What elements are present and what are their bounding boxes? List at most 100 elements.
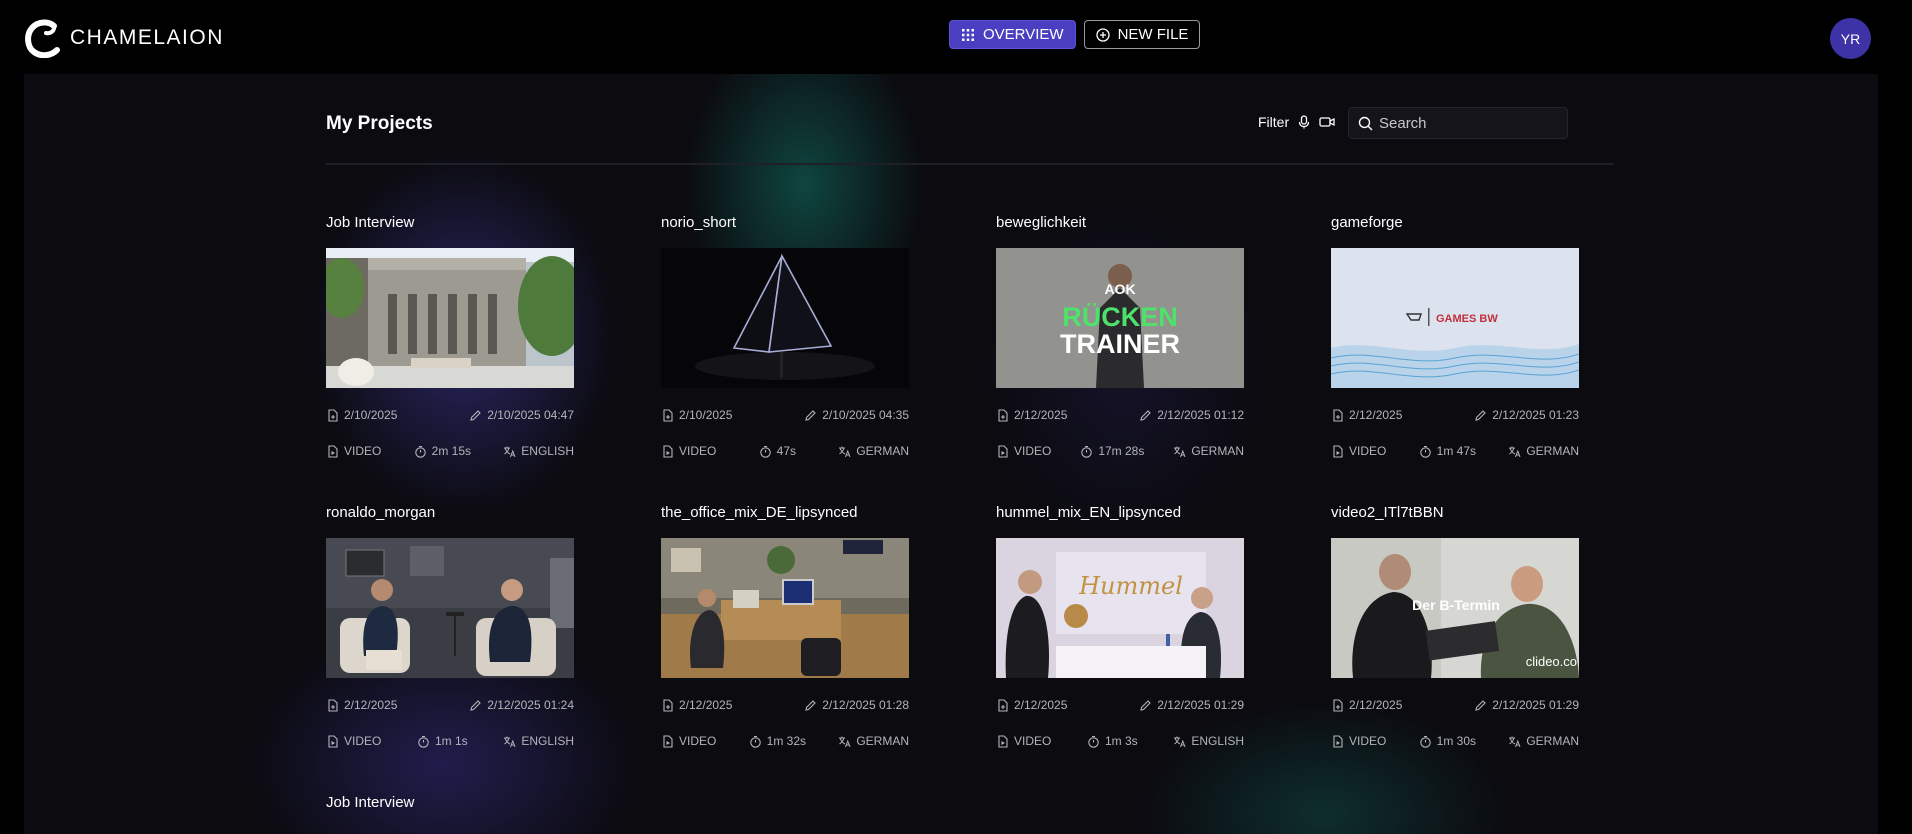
translate-icon <box>504 446 516 457</box>
translate-icon <box>1509 736 1521 747</box>
file-video-icon <box>663 444 673 458</box>
translate-icon <box>1174 446 1186 457</box>
pencil-icon <box>1475 699 1487 711</box>
thumbnail-image: Hummel <box>996 538 1244 678</box>
project-info: VIDEO 17m 28s GERMAN <box>996 443 1244 459</box>
user-avatar[interactable]: YR <box>1830 18 1871 59</box>
file-plus-icon <box>663 408 673 422</box>
video-camera-icon[interactable] <box>1319 115 1335 129</box>
project-card[interactable]: hummel_mix_EN_lipsynced Hummel 2/12/2025 <box>996 504 1244 749</box>
file-plus-icon <box>663 698 673 712</box>
project-thumbnail[interactable]: GAMES BW <box>1331 248 1579 388</box>
microphone-icon[interactable] <box>1297 115 1311 129</box>
created-date: 2/12/2025 <box>996 408 1067 422</box>
timer-icon <box>749 735 761 748</box>
media-type: VIDEO <box>1331 444 1386 458</box>
file-video-icon <box>328 734 338 748</box>
timer-icon <box>1419 445 1431 458</box>
translate-icon <box>839 736 851 747</box>
file-plus-icon <box>1333 408 1343 422</box>
timer-icon <box>418 735 429 748</box>
thumb-brand-text: AOK <box>1104 281 1135 297</box>
created-date: 2/12/2025 <box>661 698 732 712</box>
duration: 1m 30s <box>1419 734 1476 748</box>
created-date: 2/12/2025 <box>1331 698 1402 712</box>
project-title: the_office_mix_DE_lipsynced <box>661 504 858 521</box>
project-info: VIDEO 47s GERMAN <box>661 443 909 459</box>
project-dates: 2/10/2025 2/10/2025 04:47 <box>326 407 574 423</box>
language: ENGLISH <box>503 444 574 458</box>
grid-icon <box>962 28 974 41</box>
file-video-icon <box>1333 444 1343 458</box>
thumbnail-image: Der B-Termin clideo.co <box>1331 538 1579 678</box>
edited-date: 2/12/2025 01:28 <box>804 698 909 712</box>
new-file-button[interactable]: NEW FILE <box>1083 20 1201 49</box>
timer-icon <box>414 445 426 458</box>
translate-icon <box>504 736 516 747</box>
project-card[interactable]: norio_short 2/10/2025 2/10/2025 04:35 VI… <box>661 214 909 459</box>
pencil-icon <box>470 699 482 711</box>
created-date: 2/10/2025 <box>661 408 732 422</box>
timer-icon <box>1081 445 1093 458</box>
main-nav: OVERVIEW NEW FILE <box>949 20 1201 49</box>
project-thumbnail[interactable] <box>326 248 574 388</box>
translate-icon <box>839 446 851 457</box>
project-thumbnail[interactable]: Der B-Termin clideo.co <box>1331 538 1579 678</box>
duration: 17m 28s <box>1080 444 1144 458</box>
projects-header: My Projects Filter <box>326 74 1614 165</box>
project-dates: 2/12/2025 2/12/2025 01:12 <box>996 407 1244 423</box>
project-title: Job Interview <box>326 214 415 231</box>
page-title: My Projects <box>326 113 433 134</box>
language: GERMAN <box>1508 444 1579 458</box>
project-thumbnail[interactable]: Hummel <box>996 538 1244 678</box>
language: GERMAN <box>838 444 909 458</box>
media-type: VIDEO <box>661 734 716 748</box>
file-plus-icon <box>328 698 338 712</box>
project-card[interactable]: ronaldo_morgan 2/12/2025 2/12/2025 01:24… <box>326 504 574 749</box>
new-file-label: NEW FILE <box>1117 26 1189 43</box>
project-card[interactable]: video2_ITl7tBBN Der B-Termin clideo.co 2… <box>1331 504 1579 749</box>
pencil-icon <box>1475 409 1487 421</box>
project-card[interactable]: Job Interview 2/10/2025 2/10/2025 04:47 … <box>326 214 574 459</box>
project-thumbnail[interactable] <box>326 538 574 678</box>
project-thumbnail[interactable] <box>661 538 909 678</box>
app-logo[interactable]: CHAMELAION <box>24 18 224 58</box>
project-card[interactable]: the_office_mix_DE_lipsynced 2/12/2025 2/… <box>661 504 909 749</box>
project-dates: 2/10/2025 2/10/2025 04:35 <box>661 407 909 423</box>
file-video-icon <box>328 444 338 458</box>
duration: 47s <box>759 444 796 458</box>
project-card[interactable]: beweglichkeit AOK RÜCKEN TRAINER 2/12/20… <box>996 214 1244 459</box>
file-plus-icon <box>1333 698 1343 712</box>
project-thumbnail[interactable] <box>661 248 909 388</box>
project-card[interactable]: Job Interview <box>326 794 574 814</box>
language: ENGLISH <box>1173 734 1244 748</box>
language: GERMAN <box>1508 734 1579 748</box>
thumb-watermark-text: clideo.co <box>1526 654 1577 669</box>
created-date: 2/10/2025 <box>326 408 397 422</box>
project-info: VIDEO 1m 1s ENGLISH <box>326 733 574 749</box>
overview-button[interactable]: OVERVIEW <box>949 20 1076 49</box>
edited-date: 2/12/2025 01:23 <box>1474 408 1579 422</box>
file-plus-icon <box>998 698 1008 712</box>
thumb-brand-text: GAMES BW <box>1436 313 1498 325</box>
file-video-icon <box>663 734 673 748</box>
file-video-icon <box>1333 734 1343 748</box>
search-input[interactable] <box>1379 114 1559 132</box>
project-info: VIDEO 1m 32s GERMAN <box>661 733 909 749</box>
project-title: Job Interview <box>326 794 415 811</box>
project-dates: 2/12/2025 2/12/2025 01:23 <box>1331 407 1579 423</box>
project-card[interactable]: gameforge GAMES BW 2/12/2025 2/12/2025 0… <box>1331 214 1579 459</box>
duration: 2m 15s <box>414 444 471 458</box>
thumb-subline-text: TRAINER <box>1060 329 1180 359</box>
timer-icon <box>1419 735 1431 748</box>
file-plus-icon <box>328 408 338 422</box>
project-info: VIDEO 1m 30s GERMAN <box>1331 733 1579 749</box>
language: GERMAN <box>838 734 909 748</box>
edited-date: 2/12/2025 01:12 <box>1139 408 1244 422</box>
project-title: norio_short <box>661 214 737 231</box>
thumbnail-image: AOK RÜCKEN TRAINER <box>996 248 1244 388</box>
search-box <box>1348 107 1568 139</box>
filter-group: Filter <box>1258 114 1335 130</box>
pencil-icon <box>1140 409 1152 421</box>
project-thumbnail[interactable]: AOK RÜCKEN TRAINER <box>996 248 1244 388</box>
